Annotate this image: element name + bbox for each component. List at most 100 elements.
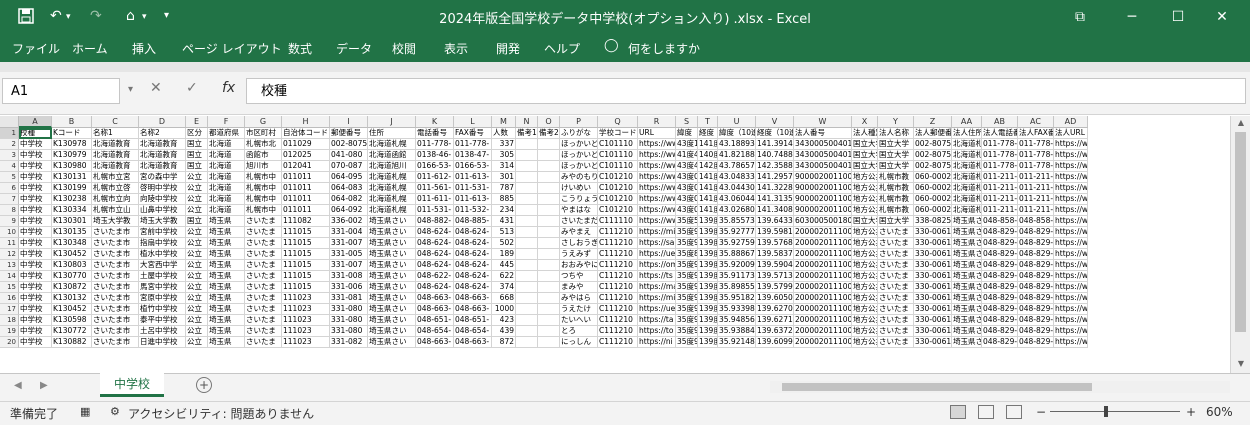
accessibility-icon[interactable]: ⚙ [110,405,120,418]
table-cell[interactable] [538,183,560,194]
table-cell[interactable]: https://ww [638,205,676,216]
tab-file[interactable]: ファイル [12,40,60,57]
table-cell[interactable]: 43.026809 [718,205,756,216]
table-cell[interactable]: C101210 [598,205,638,216]
table-cell[interactable]: 064-082 [330,194,368,205]
table-cell[interactable]: 国立 [186,150,208,161]
table-cell[interactable]: さいたま [878,227,914,238]
sheet-prev-icon[interactable]: ◀ [14,380,22,391]
table-cell[interactable]: 431 [492,216,516,227]
row-header[interactable]: 15 [0,282,19,293]
table-cell[interactable]: C111210 [598,238,638,249]
table-cell[interactable]: https://ww [1054,238,1088,249]
table-cell[interactable]: 中学校 [19,150,52,161]
table-cell[interactable]: さいたま [878,304,914,315]
table-cell[interactable]: 111015 [282,238,330,249]
table-cell[interactable]: 331-082 [330,337,368,348]
table-cell[interactable]: 002-8075 [914,161,952,172]
table-cell[interactable]: 060-0002 [914,183,952,194]
table-cell[interactable]: https://ww [1054,249,1088,260]
table-cell[interactable]: C101210 [598,183,638,194]
table-cell[interactable]: さいたま市 [92,249,139,260]
table-cell[interactable]: 43.188939 [718,139,756,150]
table-cell[interactable]: 北海道札 [952,205,982,216]
table-cell[interactable]: 宮の森中学 [139,172,186,183]
table-cell[interactable]: 札幌市立向 [92,194,139,205]
column-header[interactable]: AB [982,116,1018,128]
table-cell[interactable]: 048-829-1 [982,260,1018,271]
table-cell[interactable]: 啓明中学校 [139,183,186,194]
table-cell[interactable]: 139.59044 [756,260,794,271]
table-cell[interactable]: 141度 [698,194,718,205]
table-cell[interactable]: 011011 [282,205,330,216]
table-cell[interactable]: 189 [492,249,516,260]
table-cell[interactable]: 35度9 [676,282,698,293]
table-cell[interactable] [516,205,538,216]
table-cell[interactable]: 139.60999 [756,337,794,348]
table-cell[interactable]: 141度 [698,172,718,183]
table-cell[interactable]: https://ue [638,249,676,260]
table-cell[interactable]: 北海道教育 [92,139,139,150]
table-cell[interactable]: 002-8075 [914,139,952,150]
table-cell[interactable]: 139度 [698,249,718,260]
table-cell[interactable]: C101210 [598,172,638,183]
table-cell[interactable]: 埼玉県さ [952,315,982,326]
table-cell[interactable]: 北海道教育 [92,161,139,172]
page-layout-view-icon[interactable] [978,405,994,419]
table-cell[interactable]: たいへい [560,315,598,326]
scroll-down-icon[interactable]: ▼ [1231,359,1250,368]
table-cell[interactable]: 336-002 [330,216,368,227]
table-cell[interactable]: 141.32282 [756,183,794,194]
table-cell[interactable]: 048-624- [454,238,492,249]
table-cell[interactable]: 331-005 [330,249,368,260]
table-cell[interactable]: https://ww [638,172,676,183]
table-cell[interactable]: みやまえ [560,227,598,238]
table-cell[interactable]: https://ww [1054,271,1088,282]
table-cell[interactable]: 2000020111007 [794,249,852,260]
table-cell[interactable]: 国立大学 [878,161,914,172]
scroll-up-icon[interactable]: ▲ [1231,118,1250,127]
table-cell[interactable]: 048-829-1 [982,238,1018,249]
column-header[interactable]: K [416,116,454,128]
zoom-in-button[interactable]: + [1186,405,1196,419]
table-cell[interactable]: さいたま [245,315,282,326]
table-cell[interactable]: さいたま市 [92,293,139,304]
table-cell[interactable]: 048-624- [454,260,492,271]
table-cell[interactable]: 011-613- [454,172,492,183]
table-cell[interactable]: 048-882- [416,216,454,227]
header-cell[interactable]: Kコード [52,128,92,139]
table-cell[interactable]: 35度9 [676,304,698,315]
table-cell[interactable] [538,227,560,238]
row-header[interactable]: 6 [0,183,19,194]
table-cell[interactable]: C111210 [598,282,638,293]
table-cell[interactable]: 埼玉県さい [368,315,416,326]
table-cell[interactable]: さいたま市 [92,304,139,315]
table-cell[interactable]: 142度 [698,161,718,172]
table-cell[interactable]: 002-8075 [914,150,952,161]
table-cell[interactable]: 函館市 [245,150,282,161]
table-cell[interactable]: 9000020011002 [794,183,852,194]
table-cell[interactable] [516,282,538,293]
accessibility-status[interactable]: アクセシビリティ: 問題ありません [128,405,314,422]
table-cell[interactable]: 111023 [282,326,330,337]
table-cell[interactable]: 中学校 [19,249,52,260]
table-cell[interactable]: 土屋中学校 [139,271,186,282]
table-cell[interactable] [516,326,538,337]
row-header[interactable]: 5 [0,172,19,183]
table-cell[interactable]: 北海道教育 [139,139,186,150]
table-cell[interactable]: 048-829-1 [1018,260,1054,271]
table-cell[interactable]: 139度 [698,337,718,348]
row-header[interactable]: 17 [0,304,19,315]
table-cell[interactable]: 埼玉県さい [368,271,416,282]
table-cell[interactable]: 331-007 [330,238,368,249]
header-cell[interactable]: 電話番号 [416,128,454,139]
table-cell[interactable]: 中学校 [19,227,52,238]
table-cell[interactable]: 埼玉県さ [952,216,982,227]
header-cell[interactable]: 緯度（10進 [718,128,756,139]
table-cell[interactable]: C111210 [598,293,638,304]
table-cell[interactable]: 公立 [186,271,208,282]
table-cell[interactable]: https://ww [1054,183,1088,194]
column-header[interactable]: Y [878,116,914,128]
table-cell[interactable]: 指扇中学校 [139,238,186,249]
page-break-view-icon[interactable] [1006,405,1022,419]
